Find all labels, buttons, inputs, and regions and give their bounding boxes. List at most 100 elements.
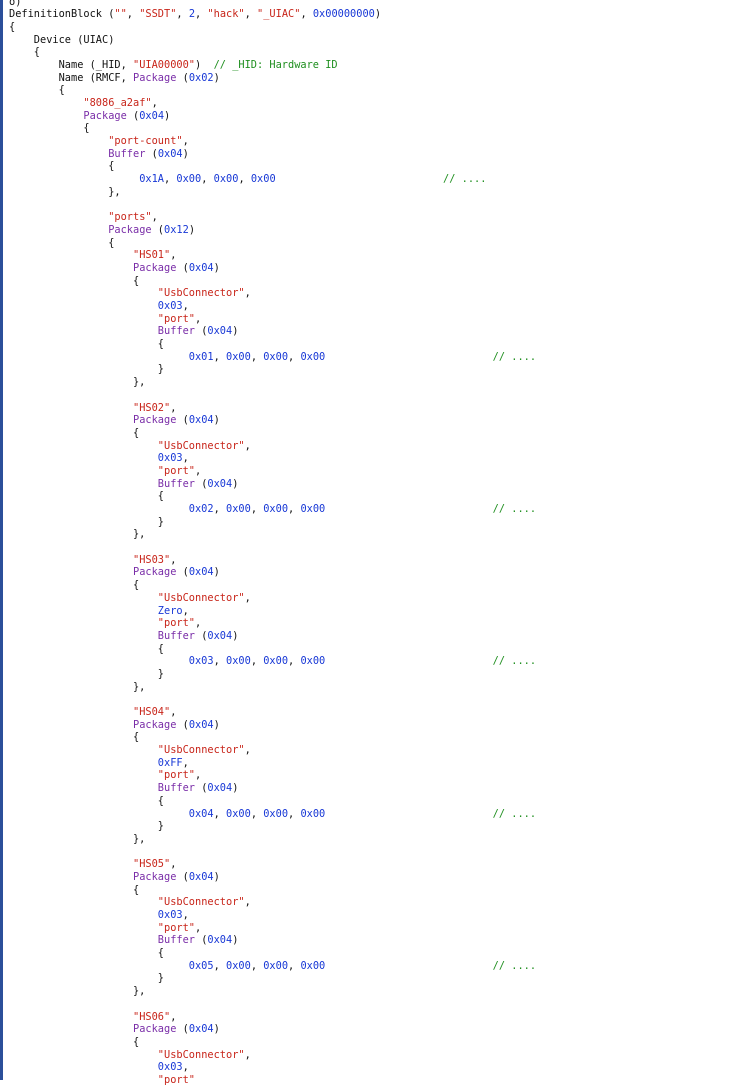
- code-line: Name (RMCF, Package (0x02): [9, 72, 536, 85]
- code-text: ,: [250, 655, 264, 668]
- code-line: {: [9, 21, 536, 34]
- code-line: {: [9, 731, 536, 744]
- code-text: (: [176, 718, 189, 731]
- code-line: DefinitionBlock ("", "SSDT", 2, "hack", …: [9, 8, 536, 21]
- code-line: "UsbConnector",: [9, 287, 536, 300]
- code-string: "UsbConnector": [157, 896, 245, 909]
- code-text: {: [9, 84, 65, 97]
- code-text: ,: [170, 401, 177, 414]
- code-string: "HS06": [133, 1010, 171, 1023]
- code-text: (: [195, 782, 208, 795]
- code-number: 0x03: [157, 909, 183, 921]
- code-line: {: [9, 46, 536, 59]
- code-number: 0x04: [188, 718, 214, 731]
- code-number: 0x04: [207, 477, 233, 490]
- code-text: ,: [213, 959, 226, 972]
- code-text: ,: [250, 959, 264, 972]
- code-number: 0x04: [188, 870, 214, 883]
- code-keyword: Package: [133, 414, 177, 427]
- code-editor[interactable]: o) DefinitionBlock ("", "SSDT", 2, "hack"…: [9, 0, 536, 1087]
- code-text: ,: [195, 464, 202, 477]
- code-string: "HS05": [133, 858, 171, 871]
- code-text: ,: [250, 503, 264, 515]
- code-line: Package (0x04): [9, 262, 536, 275]
- code-text: (: [151, 223, 165, 236]
- code-string: "HS02": [133, 401, 171, 414]
- code-text: ,: [176, 8, 189, 21]
- code-line: "port": [9, 1074, 536, 1087]
- code-text: ): [213, 566, 220, 579]
- code-number: 0x00: [226, 350, 251, 363]
- code-line: }: [9, 668, 536, 681]
- code-line: "port",: [9, 922, 536, 935]
- code-text: ,: [151, 211, 158, 224]
- code-line: {: [9, 122, 536, 135]
- code-text: ): [232, 477, 239, 490]
- code-keyword: Package: [83, 109, 127, 122]
- code-number: 0x00: [263, 350, 289, 363]
- code-text: (: [176, 261, 189, 274]
- code-number: 0x00: [300, 959, 326, 972]
- code-number: 0x00: [263, 655, 289, 668]
- code-line: {: [9, 275, 536, 288]
- code-text: }: [9, 363, 164, 376]
- code-number: 0x04: [188, 807, 214, 820]
- code-text: ,: [288, 350, 301, 363]
- code-text: {: [9, 426, 140, 439]
- code-line: "HS04",: [9, 706, 536, 719]
- code-text: {: [9, 122, 90, 135]
- code-text: {: [9, 731, 140, 744]
- code-text: ,: [170, 1010, 177, 1023]
- code-string: "": [114, 8, 127, 21]
- code-text: ,: [195, 312, 202, 325]
- code-text: ,: [201, 173, 214, 186]
- code-line: 0xFF,: [9, 757, 536, 770]
- code-text: ): [232, 629, 239, 642]
- code-number: 0x04: [207, 782, 233, 795]
- editor-gutter: [0, 0, 3, 1080]
- code-line: "UsbConnector",: [9, 896, 536, 909]
- code-text: }: [9, 667, 164, 680]
- code-line: 0x02, 0x00, 0x00, 0x00 // ....: [9, 503, 536, 516]
- code-text: ,: [182, 604, 189, 617]
- code-line: Package (0x04): [9, 414, 536, 427]
- code-keyword: Package: [133, 1023, 177, 1036]
- code-keyword: Package: [133, 261, 177, 274]
- code-line: Package (0x04): [9, 1023, 536, 1036]
- code-keyword: Buffer: [157, 477, 195, 490]
- code-number: 0x04: [188, 414, 214, 427]
- code-text: ,: [170, 858, 177, 871]
- code-number: 0x04: [188, 1023, 214, 1036]
- code-number: 0x00: [300, 807, 326, 820]
- code-comment: // ....: [443, 173, 487, 186]
- code-text: {: [9, 338, 164, 351]
- code-line: 0x03, 0x00, 0x00, 0x00 // ....: [9, 655, 536, 668]
- code-text: ,: [244, 896, 251, 909]
- code-line: {: [9, 338, 536, 351]
- code-keyword: Buffer: [157, 782, 195, 795]
- code-line: {: [9, 427, 536, 440]
- code-string: "HS01": [133, 249, 171, 262]
- code-line: "port",: [9, 465, 536, 478]
- code-text: {: [9, 490, 164, 503]
- code-line: 0x01, 0x00, 0x00, 0x00 // ....: [9, 351, 536, 364]
